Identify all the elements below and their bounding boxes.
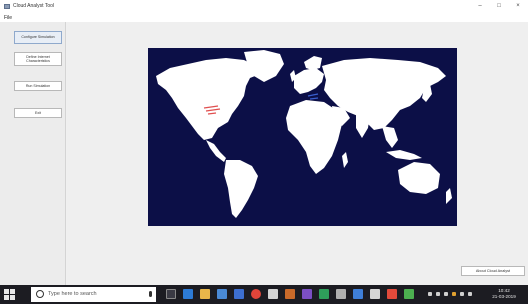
- menu-bar: File: [0, 14, 528, 22]
- title-bar: Cloud Analyst Tool – □ ×: [0, 0, 528, 14]
- java-icon[interactable]: [387, 289, 397, 299]
- exit-button[interactable]: Exit: [14, 108, 62, 118]
- close-button[interactable]: ×: [513, 2, 523, 11]
- language-icon[interactable]: [460, 292, 464, 296]
- app-icon[interactable]: [336, 289, 346, 299]
- tray-chevron-icon[interactable]: [428, 292, 432, 296]
- start-button[interactable]: [4, 289, 15, 300]
- taskbar-search[interactable]: Type here to search: [31, 287, 156, 302]
- app-icon[interactable]: [285, 289, 295, 299]
- clock[interactable]: 10:42 21-03-2019: [490, 288, 518, 300]
- network-icon[interactable]: [436, 292, 440, 296]
- app-icon[interactable]: [302, 289, 312, 299]
- europe-landmass: [294, 68, 324, 94]
- notification-icon[interactable]: [468, 292, 472, 296]
- new-zealand-landmass: [446, 188, 452, 204]
- europe-marker[interactable]: [307, 93, 319, 100]
- sidebar: Configure Simulation Define Internet Cha…: [0, 22, 66, 285]
- south-america-landmass: [224, 160, 258, 218]
- file-explorer-icon[interactable]: [200, 289, 210, 299]
- central-america-landmass: [206, 140, 226, 162]
- app-icon[interactable]: [370, 289, 380, 299]
- app-icon[interactable]: [268, 289, 278, 299]
- app-window: Cloud Analyst Tool – □ × File Configure …: [0, 0, 528, 285]
- madagascar-landmass: [342, 152, 348, 168]
- search-icon: [36, 290, 44, 298]
- app-icon[interactable]: [319, 289, 329, 299]
- search-placeholder: Type here to search: [48, 291, 97, 297]
- about-cloud-analyst-button[interactable]: About Cloud Analyst: [461, 266, 525, 276]
- chrome-icon[interactable]: [251, 289, 261, 299]
- task-view-icon[interactable]: [166, 289, 176, 299]
- app-icon[interactable]: [353, 289, 363, 299]
- north-america-landmass: [156, 58, 260, 140]
- southeast-asia-landmass: [382, 126, 398, 148]
- run-simulation-button[interactable]: Run Simulation: [14, 81, 62, 91]
- mail-icon[interactable]: [234, 289, 244, 299]
- window-title: Cloud Analyst Tool: [13, 3, 55, 9]
- app-icon[interactable]: [404, 289, 414, 299]
- app-icon: [4, 4, 10, 9]
- maximize-button[interactable]: □: [494, 2, 504, 11]
- define-internet-characteristics-button[interactable]: Define Internet Characteristics: [14, 52, 62, 66]
- indonesia-landmass: [386, 150, 422, 160]
- australia-landmass: [398, 162, 440, 194]
- scandinavia-landmass: [304, 56, 322, 70]
- volume-icon[interactable]: [444, 292, 448, 296]
- menu-file[interactable]: File: [4, 15, 12, 21]
- battery-icon[interactable]: [452, 292, 456, 296]
- world-map-graphic: [156, 50, 452, 218]
- minimize-button[interactable]: –: [475, 2, 485, 11]
- edge-icon[interactable]: [183, 289, 193, 299]
- configure-simulation-button[interactable]: Configure Simulation: [14, 31, 62, 44]
- taskbar: Type here to search 10:42 21-03-2019: [0, 285, 528, 304]
- microphone-icon[interactable]: [149, 291, 152, 297]
- clock-date: 21-03-2019: [492, 294, 516, 299]
- store-icon[interactable]: [217, 289, 227, 299]
- world-map[interactable]: [148, 48, 457, 226]
- india-landmass: [356, 114, 370, 138]
